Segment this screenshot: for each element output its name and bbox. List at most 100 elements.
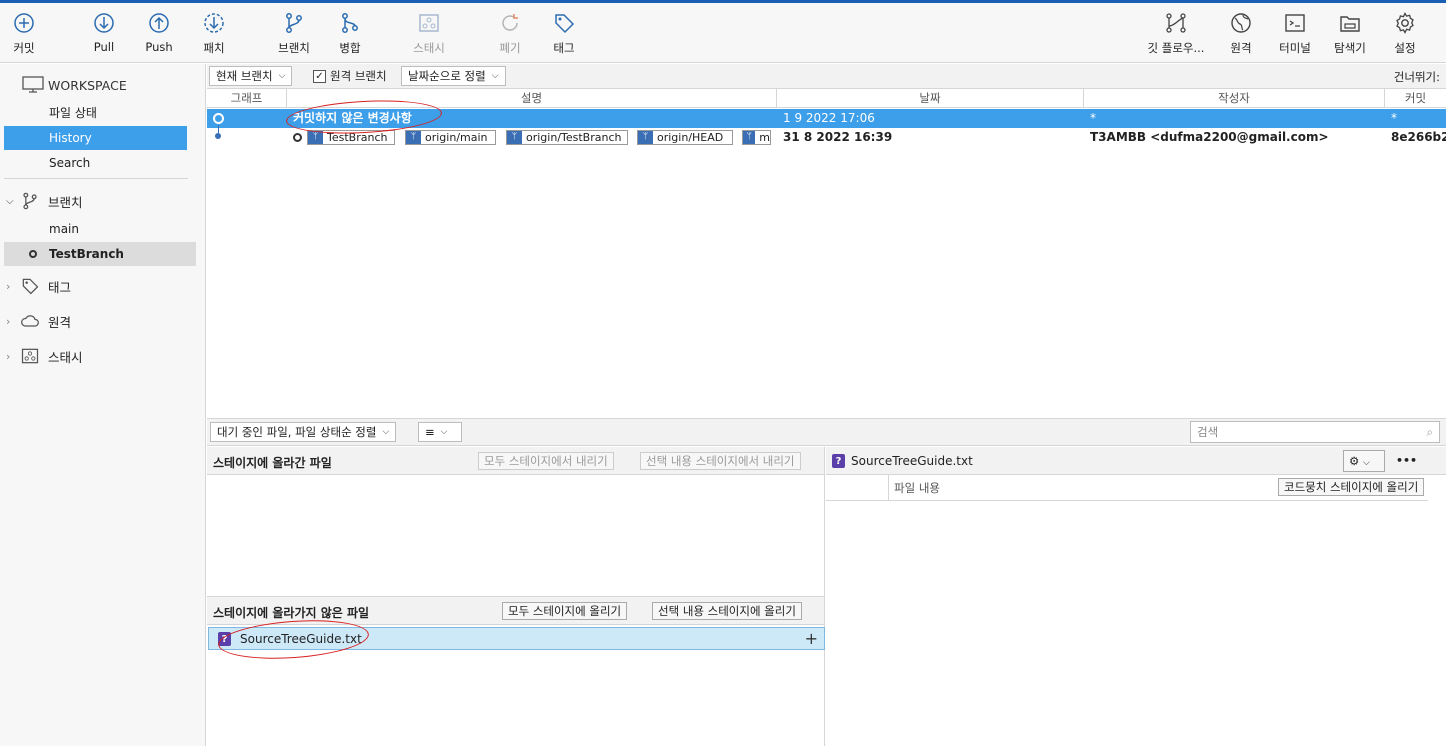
unstage-selected-button[interactable]: 선택 내용 스테이지에서 내리기 <box>640 452 801 470</box>
stash-icon <box>419 14 439 32</box>
workspace-header: WORKSPACE <box>22 72 127 98</box>
explorer-button[interactable]: 탐색기 <box>1330 3 1370 63</box>
branch-icon <box>286 13 302 33</box>
tag-icon <box>22 278 39 295</box>
merge-button[interactable]: 병합 <box>334 3 366 63</box>
chevron-down-icon: ⌵ <box>382 427 390 437</box>
commit-date: 1 9 2022 17:06 <box>783 111 875 125</box>
diff-options-button[interactable]: ⚙ ⌵ <box>1343 450 1385 472</box>
hunk-header: 파일 내용 코드뭉치 스테이지에 올리기 <box>826 475 1428 501</box>
branch-filter-dropdown[interactable]: 현재 브랜치 ⌵ <box>209 66 293 86</box>
more-options-icon[interactable]: ••• <box>1396 454 1417 467</box>
sidebar-item-history[interactable]: History <box>4 126 187 150</box>
graph-node-icon <box>213 113 224 124</box>
sort-dropdown[interactable]: 날짜순으로 정렬 ⌵ <box>401 66 506 86</box>
explorer-icon <box>1340 16 1360 32</box>
chevron-right-icon: › <box>6 279 11 293</box>
stage-file-plus-icon[interactable]: + <box>805 629 818 648</box>
remote-branches-checkbox[interactable]: ✓ 원격 브랜치 <box>313 68 387 84</box>
sidebar-item-file-status[interactable]: 파일 상태 <box>4 101 187 125</box>
discard-icon <box>502 14 518 31</box>
chevron-right-icon: › <box>6 349 11 363</box>
column-graph[interactable]: 그래프 <box>207 89 287 108</box>
column-author[interactable]: 작성자 <box>1084 89 1385 108</box>
jump-to-label: 건너뛰기: <box>1393 70 1440 84</box>
staged-files-pane: 스테이지에 올라간 파일 모두 스테이지에서 내리기 선택 내용 스테이지에서 … <box>207 447 825 597</box>
ref-tag-origin-testbranch[interactable]: ᛘ origin/TestBranch <box>506 130 628 145</box>
file-view-dropdown[interactable]: ≡ ⌵ <box>418 422 462 442</box>
branch-button[interactable]: 브랜치 <box>274 3 314 63</box>
search-icon: ⌕ <box>1426 425 1433 439</box>
monitor-icon <box>22 76 44 93</box>
current-branch-icon <box>29 250 37 258</box>
discard-button[interactable]: 폐기 <box>494 3 526 63</box>
commit-button[interactable]: 커밋 <box>6 3 42 63</box>
ref-tag-origin-head[interactable]: ᛘ origin/HEAD <box>637 130 733 145</box>
gear-icon: ⚙ <box>1349 454 1360 468</box>
unstage-all-button[interactable]: 모두 스테이지에서 내리기 <box>478 452 614 470</box>
column-date[interactable]: 날짜 <box>777 89 1084 108</box>
commit-author: T3AMBB <dufma2200@gmail.com> <box>1090 130 1329 144</box>
sidebar-section-tags[interactable]: › 태그 <box>6 273 71 299</box>
column-commit[interactable]: 커밋 <box>1385 89 1446 108</box>
stage-hunk-button[interactable]: 코드뭉치 스테이지에 올리기 <box>1278 478 1425 496</box>
branch-icon: ᛘ <box>406 131 421 144</box>
ref-tag-truncated[interactable]: ᛘm <box>742 130 771 145</box>
remote-button[interactable]: 원격 <box>1226 3 1256 63</box>
remote-globe-icon <box>1231 13 1251 33</box>
sidebar-section-stashes[interactable]: › 스태시 <box>6 343 83 369</box>
branch-icon: ᛘ <box>638 131 653 144</box>
sidebar-section-remotes[interactable]: › 원격 <box>6 308 71 334</box>
diff-header: ? SourceTreeGuide.txt ⚙ ⌵ ••• <box>826 447 1446 475</box>
tag-button[interactable]: 태그 <box>548 3 580 63</box>
history-row-commit[interactable]: ᛘ TestBranch ᛘ origin/main ᛘ origin/TestBra… <box>207 125 1446 147</box>
list-view-icon: ≡ <box>425 425 435 439</box>
graph-line <box>218 125 219 133</box>
head-marker-icon <box>293 133 302 142</box>
commit-icon <box>14 13 34 33</box>
branch-icon <box>23 192 37 210</box>
gutter-divider <box>888 475 889 501</box>
patch-icon <box>204 13 224 33</box>
stage-all-button[interactable]: 모두 스테이지에 올리기 <box>502 602 628 620</box>
chevron-right-icon: › <box>6 314 11 328</box>
patch-button[interactable]: 패치 <box>198 3 230 63</box>
commit-date: 31 8 2022 16:39 <box>783 130 893 144</box>
sidebar-branch-main[interactable]: main <box>4 217 187 241</box>
commit-author: * <box>1090 111 1096 125</box>
diff-pane: ? SourceTreeGuide.txt ⚙ ⌵ ••• 파일 내용 코드뭉치… <box>826 447 1446 746</box>
pull-button[interactable]: Pull <box>88 3 120 63</box>
tag-icon <box>555 14 575 34</box>
branch-icon: ᛘ <box>507 131 522 144</box>
settings-gear-icon <box>1396 12 1414 34</box>
ref-tag-origin-main[interactable]: ᛘ origin/main <box>405 130 496 145</box>
chevron-down-icon: ⌵ <box>6 195 14 207</box>
check-icon: ✓ <box>313 69 326 83</box>
chevron-down-icon: ⌵ <box>491 71 499 81</box>
commit-hash: 8e266b2 <box>1391 130 1446 144</box>
sidebar-divider <box>4 178 188 179</box>
stage-selected-button[interactable]: 선택 내용 스테이지에 올리기 <box>652 602 802 620</box>
settings-button[interactable]: 설정 <box>1390 3 1420 63</box>
terminal-icon <box>1285 14 1305 32</box>
stash-icon <box>21 348 39 364</box>
sidebar-branch-testbranch[interactable]: TestBranch <box>4 242 196 266</box>
main-toolbar: 커밋 Pull Push 패치 브랜치 병합 스태시 폐기 태그 깃 플로우..… <box>0 3 1446 63</box>
chevron-down-icon: ⌵ <box>1362 458 1370 468</box>
push-button[interactable]: Push <box>142 3 176 63</box>
untracked-file-icon: ? <box>832 454 845 468</box>
graph-node-icon <box>215 133 221 139</box>
file-search-input[interactable]: 검색 ⌕ <box>1190 421 1440 443</box>
chevron-down-icon: ⌵ <box>278 71 286 81</box>
git-flow-icon <box>1166 13 1186 33</box>
unstaged-files-pane: 스테이지에 올라가지 않은 파일 모두 스테이지에 올리기 선택 내용 스테이지… <box>207 597 825 746</box>
sidebar-section-branches[interactable]: ⌵ 브랜치 <box>6 188 83 214</box>
sidebar-item-search[interactable]: Search <box>4 151 187 175</box>
pull-icon <box>94 13 114 33</box>
stash-button[interactable]: 스태시 <box>408 3 450 63</box>
git-flow-button[interactable]: 깃 플로우... <box>1144 3 1208 63</box>
terminal-button[interactable]: 터미널 <box>1276 3 1314 63</box>
push-icon <box>149 13 169 33</box>
file-sort-dropdown[interactable]: 대기 중인 파일, 파일 상태순 정렬 ⌵ <box>210 422 397 442</box>
branch-icon: ᛘ <box>308 131 323 144</box>
